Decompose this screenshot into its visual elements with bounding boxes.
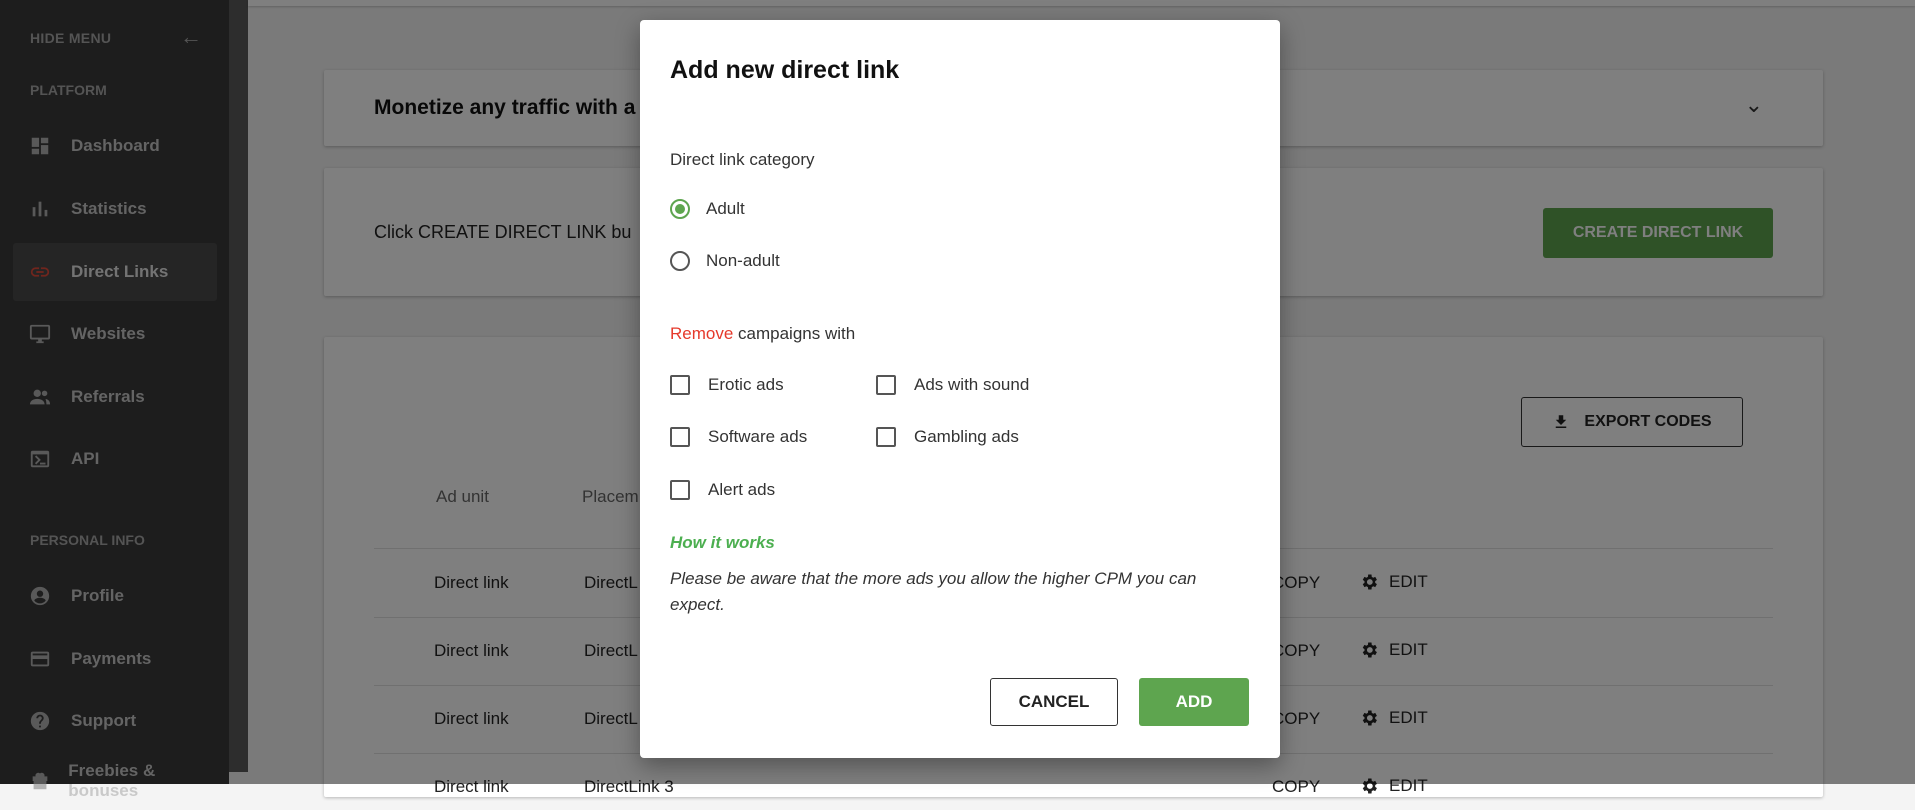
radio-button-checked[interactable]	[670, 199, 690, 219]
radio-non-adult[interactable]: Non-adult	[670, 251, 780, 271]
radio-label: Non-adult	[706, 251, 780, 270]
add-direct-link-dialog: Add new direct link Direct link category…	[640, 20, 1280, 758]
radio-button[interactable]	[670, 251, 690, 271]
add-button[interactable]: ADD	[1139, 678, 1249, 726]
checkbox-alert-ads[interactable]: Alert ads	[670, 480, 775, 500]
checkbox-ads-with-sound[interactable]: Ads with sound	[876, 375, 1029, 395]
cancel-button[interactable]: CANCEL	[990, 678, 1118, 726]
category-label: Direct link category	[670, 150, 815, 169]
checkbox[interactable]	[670, 375, 690, 395]
checkbox-gambling-ads[interactable]: Gambling ads	[876, 427, 1019, 447]
checkbox-label: Gambling ads	[914, 427, 1019, 446]
radio-adult[interactable]: Adult	[670, 199, 745, 219]
remove-rest: campaigns with	[733, 324, 856, 343]
remove-word: Remove	[670, 324, 734, 343]
checkbox[interactable]	[670, 427, 690, 447]
checkbox-label: Ads with sound	[914, 375, 1030, 394]
remove-campaigns-label: Remove campaigns with	[670, 324, 855, 344]
checkbox[interactable]	[670, 480, 690, 500]
checkbox-software-ads[interactable]: Software ads	[670, 427, 807, 447]
radio-label: Adult	[706, 199, 745, 218]
checkbox[interactable]	[876, 375, 896, 395]
checkbox[interactable]	[876, 427, 896, 447]
checkbox-erotic-ads[interactable]: Erotic ads	[670, 375, 784, 395]
dialog-title: Add new direct link	[670, 56, 900, 84]
checkbox-label: Alert ads	[708, 480, 776, 499]
checkbox-label: Erotic ads	[708, 375, 784, 394]
checkbox-label: Software ads	[708, 427, 808, 446]
cpm-note: Please be aware that the more ads you al…	[670, 569, 1197, 614]
how-it-works-link[interactable]: How it works	[670, 533, 775, 553]
